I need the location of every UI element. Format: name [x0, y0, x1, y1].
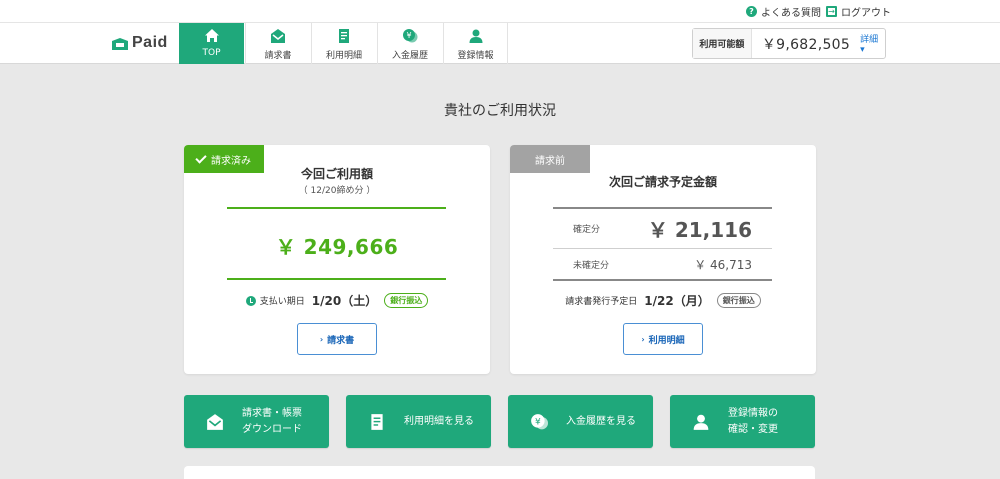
balance-label: 利用可能額 — [693, 29, 752, 58]
tab-invoice[interactable]: 請求書 — [245, 23, 310, 64]
confirmed-row: 確定分 ￥ 21,116 — [553, 209, 772, 249]
mail-icon — [207, 413, 223, 430]
issue-date-row: 請求書発行予定日 1/22（月） 銀行振込 — [510, 292, 816, 309]
user-icon — [693, 414, 709, 430]
action-label: 入金履歴を見る — [566, 415, 636, 427]
home-icon — [204, 29, 219, 42]
next-billing-card: 請求前 次回ご請求予定金額 確定分 ￥ 21,116 未確定分 ￥ 46,713… — [510, 145, 816, 374]
payment-method-badge: 銀行振込 — [716, 293, 761, 308]
billing-summary-table: 確定分 ￥ 21,116 未確定分 ￥ 46,713 — [553, 207, 772, 281]
chevron-right-icon: › — [319, 334, 324, 344]
current-usage-card: 請求済み 今回ご利用額 （ 12/20締め分 ） ￥ 249,666 支払い期日… — [184, 145, 490, 374]
unconfirmed-row: 未確定分 ￥ 46,713 — [553, 249, 772, 281]
tab-account[interactable]: 登録情報 — [443, 23, 508, 64]
help-icon: ? — [746, 6, 757, 17]
confirmed-amount: ￥ 21,116 — [647, 218, 752, 242]
chevron-right-icon: › — [641, 334, 645, 344]
divider — [227, 207, 446, 209]
issue-label: 請求書発行予定日 — [565, 297, 638, 307]
usage-details-button[interactable]: › 利用明細 — [623, 323, 703, 355]
faq-label: よくある質問 — [761, 8, 821, 19]
paid-logo[interactable]: Paid — [112, 34, 168, 52]
yen-coins-icon: ¥ — [531, 413, 548, 429]
tab-payments[interactable]: ¥ 入金履歴 — [377, 23, 442, 64]
issue-date: 1/22（月） — [644, 294, 710, 308]
document-icon — [339, 29, 349, 43]
balance-value: ￥9,682,505 — [761, 36, 851, 53]
confirmed-label: 確定分 — [573, 225, 601, 235]
svg-text:¥: ¥ — [535, 417, 541, 427]
unconfirmed-amount: ￥ 46,713 — [694, 257, 752, 272]
card-title: 今回ご利用額 — [300, 167, 373, 181]
due-row: 支払い期日 1/20（土） 銀行振込 — [184, 292, 490, 309]
usage-button-label: 利用明細 — [648, 335, 685, 346]
unconfirmed-label: 未確定分 — [573, 260, 610, 271]
invoice-button[interactable]: › 請求書 — [297, 323, 377, 355]
page-title: 貴社のご利用状況 — [444, 103, 556, 119]
card-title: 次回ご請求予定金額 — [608, 175, 717, 189]
tab-label: 登録情報 — [457, 51, 494, 61]
document-icon — [371, 413, 383, 430]
action-label: 登録情報の — [728, 408, 778, 419]
closing-period: （ 12/20締め分 ） — [298, 186, 376, 196]
current-amount: ￥ 249,666 — [275, 235, 399, 259]
logo-mark-icon — [112, 35, 128, 51]
divider — [227, 278, 446, 280]
faq-link[interactable]: ? よくある質問 — [746, 4, 821, 19]
user-icon — [469, 29, 482, 43]
tab-label: 利用明細 — [325, 51, 362, 61]
view-usage-button[interactable]: 利用明細を見る — [346, 395, 491, 448]
logout-label: ログアウト — [841, 8, 891, 19]
due-date: 1/20（土） — [311, 294, 378, 308]
invoice-button-label: 請求書 — [327, 335, 355, 346]
tab-usage[interactable]: 利用明細 — [311, 23, 376, 64]
utility-bar: ? よくある質問 → ログアウト — [0, 0, 1000, 22]
available-balance: 利用可能額 ￥9,682,505 詳細 ▾ — [692, 28, 886, 59]
tab-label: TOP — [202, 48, 221, 58]
logout-link[interactable]: → ログアウト — [826, 4, 891, 19]
action-label: ダウンロード — [242, 423, 302, 435]
logo-text: Paid — [132, 34, 168, 51]
view-payments-button[interactable]: ¥ 入金履歴を見る — [508, 395, 653, 448]
payment-method-badge: 銀行振込 — [384, 293, 429, 308]
tab-top[interactable]: TOP — [179, 23, 244, 64]
clock-icon — [245, 295, 256, 306]
svg-text:¥: ¥ — [406, 31, 411, 40]
action-label: 利用明細を見る — [404, 415, 474, 427]
yen-coins-icon: ¥ — [403, 29, 418, 43]
tab-label: 入金履歴 — [391, 51, 428, 61]
action-label: 請求書・帳票 — [242, 408, 302, 419]
mail-icon — [271, 29, 285, 43]
download-invoices-button[interactable]: 請求書・帳票 ダウンロード — [184, 395, 329, 448]
due-label: 支払い期日 — [259, 297, 305, 307]
main-nav: Paid TOP 請求書 利用明細 ¥ 入金履歴 登録情報 利用可能額 ￥9,6… — [0, 22, 1000, 64]
action-label: 確認・変更 — [728, 423, 778, 435]
status-badge: 請求前 — [510, 145, 590, 173]
info-panel — [184, 466, 815, 479]
logout-icon: → — [826, 6, 837, 17]
balance-details-link[interactable]: 詳細 ▾ — [860, 32, 885, 55]
check-icon — [195, 151, 207, 164]
account-settings-button[interactable]: 登録情報の 確認・変更 — [670, 395, 815, 448]
badge-label: 請求前 — [535, 155, 565, 167]
tab-label: 請求書 — [264, 51, 292, 61]
